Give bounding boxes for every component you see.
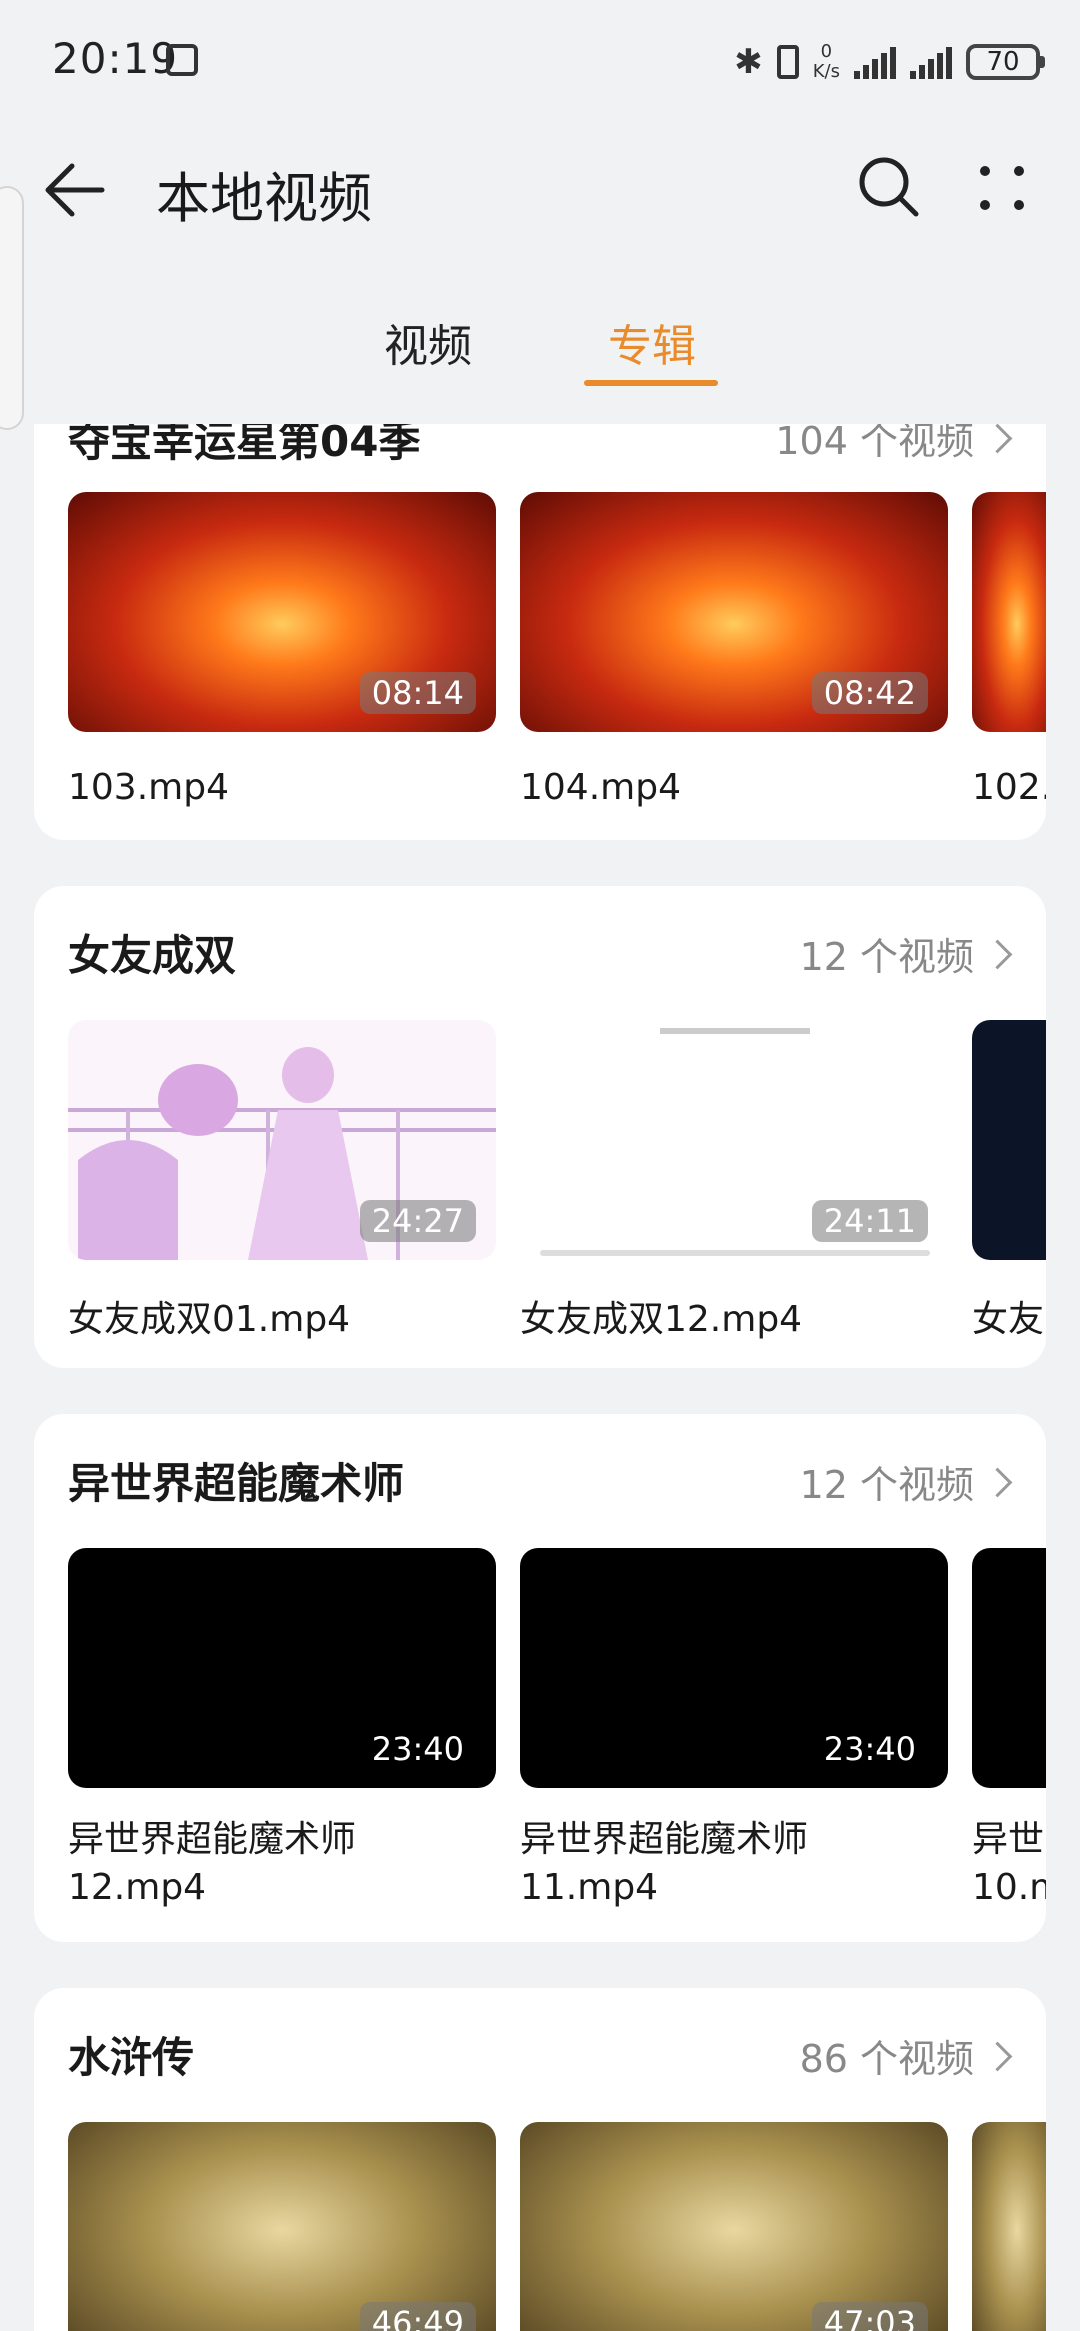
more-options-icon[interactable] — [972, 158, 1032, 218]
video-thumbnail[interactable] — [972, 1020, 1046, 1260]
thumbnail-subtitle-line — [660, 1028, 810, 1034]
album-title: 异世界超能魔术师 — [68, 1459, 405, 1508]
status-icons: ✱ 0 K/s 70 — [734, 36, 1045, 88]
video-thumbnail[interactable]: 46:49 — [68, 2122, 496, 2331]
album-title: 夺宝幸运星第04季 — [68, 424, 421, 466]
video-thumbnail[interactable]: 23:40 — [520, 1548, 948, 1788]
status-bar: 20:19 ✱ 0 K/s 70 — [0, 0, 1080, 120]
video-thumbnail[interactable] — [972, 1548, 1046, 1788]
album-title: 水浒传 — [68, 2033, 195, 2082]
status-time: 20:19 — [52, 34, 179, 83]
video-thumbnail[interactable] — [972, 2122, 1046, 2331]
video-filename[interactable]: 103.mp4 — [68, 764, 229, 812]
video-thumbnail[interactable]: 24:27 — [68, 1020, 496, 1260]
nfc-icon — [166, 44, 198, 76]
video-filename[interactable]: 女友成双12.mp4 — [520, 1296, 802, 1344]
video-duration: 47:03 — [811, 2302, 928, 2331]
progress-track — [540, 1250, 930, 1256]
video-filename[interactable]: 异世 10.m — [972, 1816, 1046, 1912]
album-video-count[interactable]: 104 个视频 — [775, 424, 974, 465]
vibrate-icon — [776, 45, 799, 79]
signal-icon-2 — [910, 45, 952, 79]
album-list[interactable]: 夺宝幸运星第04季 104 个视频 08:14 08:42 103.mp4 10… — [0, 424, 1080, 2331]
album-video-count[interactable]: 86 个视频 — [800, 2028, 974, 2083]
video-duration: 08:42 — [811, 672, 928, 714]
video-filename[interactable]: 104.mp4 — [520, 764, 681, 812]
tab-bar: 视频 专辑 — [0, 310, 1080, 390]
album-card[interactable]: 女友成双 12 个视频 24:27 24:11 女友成双01.mp4 女友成双1… — [34, 886, 1046, 1368]
tab-album[interactable]: 专辑 — [608, 310, 696, 374]
active-tab-indicator — [584, 380, 718, 386]
video-thumbnail[interactable] — [972, 492, 1046, 732]
chevron-right-icon[interactable] — [982, 2041, 1013, 2072]
video-thumbnail[interactable]: 08:14 — [68, 492, 496, 732]
video-thumbnail[interactable]: 24:11 — [520, 1020, 948, 1260]
chevron-right-icon[interactable] — [982, 424, 1013, 454]
signal-icon-1 — [854, 45, 896, 79]
video-filename[interactable]: 女友成双01.mp4 — [68, 1296, 350, 1344]
album-title: 女友成双 — [68, 931, 237, 980]
album-card[interactable]: 异世界超能魔术师 12 个视频 23:40 23:40 异世界超能魔术师 12.… — [34, 1414, 1046, 1942]
video-filename[interactable]: 女友 — [972, 1296, 1044, 1344]
video-duration: 24:11 — [811, 1200, 928, 1242]
album-video-count[interactable]: 12 个视频 — [800, 926, 974, 981]
video-duration: 24:27 — [359, 1200, 476, 1242]
chevron-right-icon[interactable] — [982, 1467, 1013, 1498]
network-rate: 0 K/s — [812, 41, 840, 82]
video-duration: 08:14 — [359, 672, 476, 714]
video-filename[interactable]: 102. — [972, 764, 1046, 812]
app-header: 本地视频 — [0, 130, 1080, 250]
tab-video[interactable]: 视频 — [384, 310, 472, 374]
video-duration: 46:49 — [359, 2302, 476, 2331]
bluetooth-icon: ✱ — [734, 42, 763, 82]
album-card[interactable]: 夺宝幸运星第04季 104 个视频 08:14 08:42 103.mp4 10… — [34, 424, 1046, 840]
video-filename[interactable]: 异世界超能魔术师 11.mp4 — [520, 1816, 808, 1912]
album-video-count[interactable]: 12 个视频 — [800, 1454, 974, 1509]
search-icon[interactable] — [856, 154, 922, 220]
album-card[interactable]: 水浒传 86 个视频 46:49 47:03 — [34, 1988, 1046, 2331]
video-thumbnail[interactable]: 47:03 — [520, 2122, 948, 2331]
video-duration: 23:40 — [823, 1730, 916, 1768]
video-thumbnail[interactable]: 08:42 — [520, 492, 948, 732]
back-arrow-icon[interactable] — [40, 160, 110, 220]
battery-icon: 70 — [966, 44, 1045, 80]
page-title: 本地视频 — [156, 167, 372, 230]
chevron-right-icon[interactable] — [982, 939, 1013, 970]
video-thumbnail[interactable]: 23:40 — [68, 1548, 496, 1788]
video-duration: 23:40 — [371, 1730, 464, 1768]
video-filename[interactable]: 异世界超能魔术师 12.mp4 — [68, 1816, 356, 1912]
